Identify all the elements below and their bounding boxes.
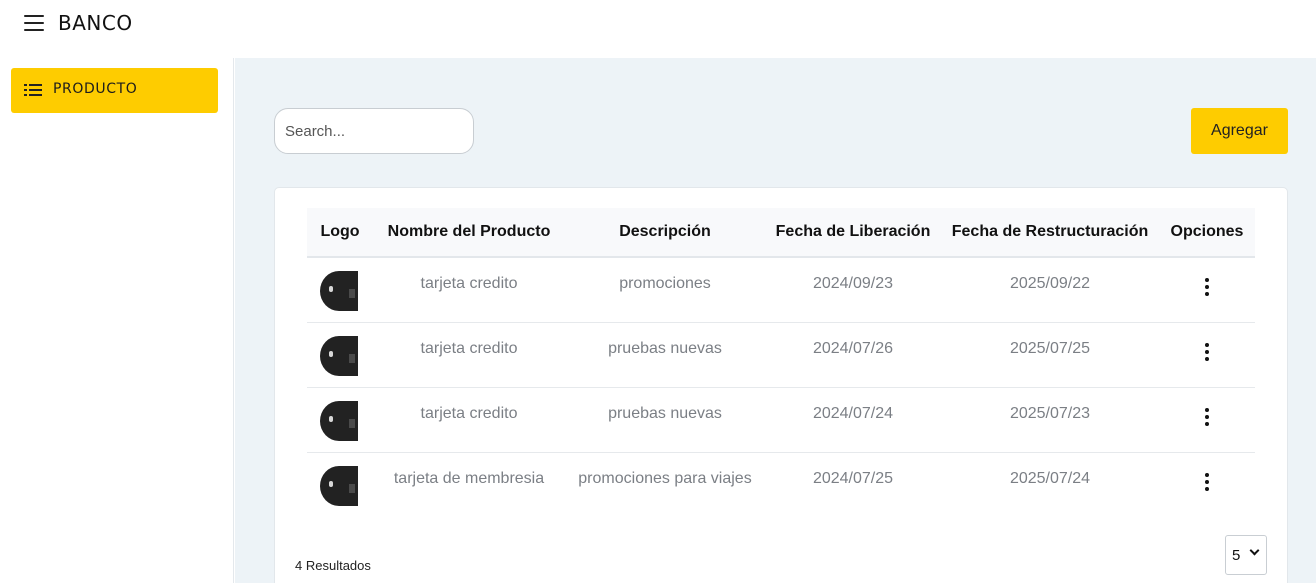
page-size-select[interactable]: 5 — [1225, 535, 1267, 575]
table-row: tarjeta de membresia promociones para vi… — [307, 452, 1255, 517]
products-table: Logo Nombre del Producto Descripción Fec… — [307, 208, 1255, 517]
column-header-description: Descripción — [619, 223, 711, 240]
options-cell — [1159, 452, 1255, 517]
table-header-row: Logo Nombre del Producto Descripción Fec… — [307, 208, 1255, 257]
restructure-date: 2025/07/23 — [1009, 404, 1091, 422]
add-button[interactable]: Agregar — [1191, 108, 1288, 154]
product-name: tarjeta credito — [420, 339, 518, 357]
product-description: promociones para viajes — [578, 469, 752, 487]
product-logo — [320, 400, 358, 441]
list-icon — [24, 84, 42, 96]
column-header-options: Opciones — [1170, 223, 1244, 240]
product-name: tarjeta credito — [420, 404, 518, 422]
release-date: 2024/07/26 — [812, 339, 894, 357]
table-row: tarjeta credito pruebas nuevas 2024/07/2… — [307, 322, 1255, 387]
page-size-value: 5 — [1232, 547, 1241, 564]
restructure-date: 2025/07/25 — [1009, 339, 1091, 357]
logo-cell — [307, 257, 373, 322]
release-date: 2024/07/25 — [812, 469, 894, 487]
column-header-name: Nombre del Producto — [387, 223, 551, 240]
product-logo — [320, 271, 358, 311]
product-name: tarjeta credito — [420, 275, 518, 292]
table-row: tarjeta credito promociones 2024/09/23 2… — [307, 257, 1255, 322]
app-title: BANCO — [58, 11, 133, 35]
restructure-date: 2025/09/22 — [1009, 275, 1091, 292]
more-options-icon[interactable] — [1201, 342, 1213, 361]
table-row: tarjeta credito pruebas nuevas 2024/07/2… — [307, 387, 1255, 452]
hamburger-menu-icon[interactable] — [24, 15, 44, 31]
sidebar: PRODUCTO — [0, 58, 234, 583]
restructure-date: 2025/07/24 — [1009, 469, 1091, 487]
more-options-icon[interactable] — [1201, 278, 1213, 296]
sidebar-item-label: PRODUCTO — [53, 81, 138, 97]
column-header-release-date: Fecha de Liberación — [775, 223, 931, 240]
more-options-icon[interactable] — [1201, 472, 1213, 491]
product-description: pruebas nuevas — [608, 339, 722, 357]
results-count: 4 Resultados — [295, 558, 371, 573]
search-input[interactable] — [274, 108, 474, 154]
logo-cell — [307, 452, 373, 517]
product-description: pruebas nuevas — [608, 404, 722, 422]
logo-cell — [307, 322, 373, 387]
products-card: Logo Nombre del Producto Descripción Fec… — [274, 187, 1288, 583]
product-description: promociones — [619, 275, 711, 292]
release-date: 2024/09/23 — [812, 275, 894, 292]
product-logo — [320, 335, 358, 376]
more-options-icon[interactable] — [1201, 407, 1213, 426]
product-logo — [320, 465, 358, 506]
top-bar: BANCO — [0, 0, 1316, 58]
column-header-restructure-date: Fecha de Restructuración — [951, 223, 1149, 240]
logo-cell — [307, 387, 373, 452]
options-cell — [1159, 322, 1255, 387]
column-header-logo: Logo — [320, 223, 360, 240]
main-content: Agregar Logo Nombre del Producto Descrip… — [235, 58, 1316, 583]
options-cell — [1159, 387, 1255, 452]
sidebar-item-producto[interactable]: PRODUCTO — [11, 68, 218, 113]
chevron-down-icon — [1249, 545, 1260, 556]
release-date: 2024/07/24 — [812, 404, 894, 422]
options-cell — [1159, 257, 1255, 322]
product-name: tarjeta de membresia — [393, 469, 545, 487]
